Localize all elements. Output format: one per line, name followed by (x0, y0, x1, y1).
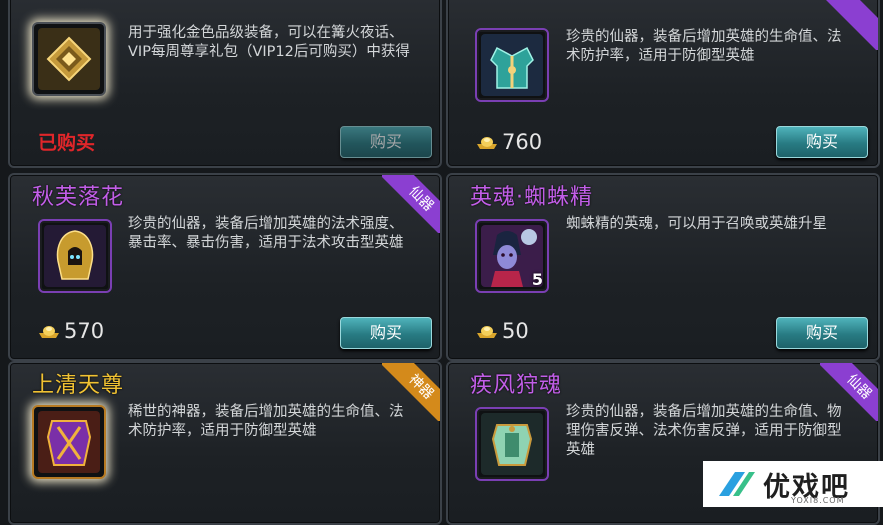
buy-button[interactable]: 购买 (340, 126, 432, 158)
gold-hood-icon (44, 225, 106, 287)
gold-ingot-icon (39, 326, 59, 338)
bought-status: 已购买 (38, 132, 96, 154)
item-icon-frame[interactable] (32, 22, 106, 96)
item-icon-frame[interactable] (32, 405, 106, 479)
teal-armor-icon (481, 34, 543, 96)
price-value: 760 (502, 130, 543, 154)
gold-ingot-icon (477, 137, 497, 149)
item-description: 珍贵的仙器，装备后增加英雄的生命值、法术防护率，适用于防御型英雄 (566, 29, 842, 64)
price: 570 (38, 319, 104, 343)
buy-button[interactable]: 购买 (340, 317, 432, 349)
item-icon-frame[interactable] (38, 219, 112, 293)
item-description: 蜘蛛精的英魂，可以用于召唤或英雄升星 (566, 216, 827, 232)
item-icon-frame[interactable] (475, 407, 549, 481)
item-icon-frame[interactable]: 5 (475, 219, 549, 293)
shop-card-teal-armor: 珍贵的仙器，装备后增加英雄的生命值、法术防护率，适用于防御型英雄 760 购买 (446, 0, 880, 168)
divine-armor-icon (38, 411, 100, 473)
item-title: 上清天尊 (32, 373, 125, 398)
shop-card-qiufu-luohua: 秋芙落花 仙器 珍贵的仙器，装备后增加英雄的法术强度、暴击率、暴击伤害，适用于法… (8, 173, 442, 361)
jade-armor-icon (481, 413, 543, 475)
price: 50 (476, 319, 529, 343)
item-description: 用于强化金色品级装备，可以在篝火夜话、VIP每周尊享礼包（VIP12后可购买）中… (128, 25, 410, 60)
gold-ingot-icon (477, 326, 497, 338)
item-description: 珍贵的仙器，装备后增加英雄的生命值、物理伤害反弹、法术伤害反弹，适用于防御型英雄 (566, 404, 842, 458)
watermark-sub: YOXI8.COM (791, 496, 845, 505)
item-title: 疾风狩魂 (470, 373, 563, 398)
buy-button[interactable]: 购买 (776, 126, 868, 158)
item-title: 秋芙落花 (32, 185, 125, 210)
site-watermark: 优戏吧 YOXI8.COM (703, 461, 883, 507)
gold-emblem-icon (38, 28, 100, 90)
price: 760 (476, 130, 542, 154)
item-description: 稀世的神器，装备后增加英雄的生命值、法术防护率，适用于防御型英雄 (128, 404, 404, 439)
shop-card-spider-spirit: 英魂·蜘蛛精 5 蜘蛛精的英魂，可以用于召唤或英雄升星 50 购买 (446, 173, 880, 361)
watermark-logo-icon (719, 472, 755, 496)
shop-card-shangqing-tianzun: 上清天尊 神器 稀世的神器，装备后增加英雄的生命值、法术防护率，适用于防御型英雄 (8, 361, 442, 525)
item-title: 英魂·蜘蛛精 (470, 185, 593, 210)
shop-card-gold-material: 用于强化金色品级装备，可以在篝火夜话、VIP每周尊享礼包（VIP12后可购买）中… (8, 0, 442, 168)
item-icon-frame[interactable] (475, 28, 549, 102)
buy-button[interactable]: 购买 (776, 317, 868, 349)
item-description: 珍贵的仙器，装备后增加英雄的法术强度、暴击率、暴击伤害，适用于法术攻击型英雄 (128, 216, 404, 251)
stack-count: 5 (531, 270, 543, 289)
price-value: 570 (64, 319, 105, 343)
price-value: 50 (502, 319, 529, 343)
